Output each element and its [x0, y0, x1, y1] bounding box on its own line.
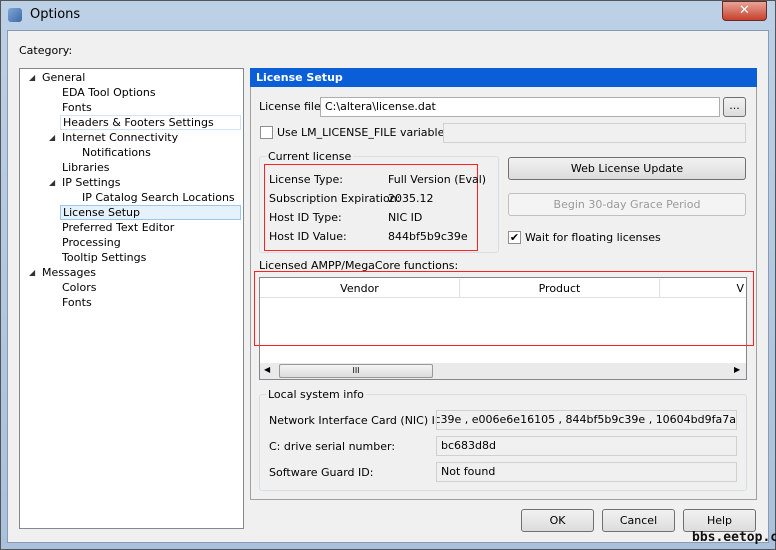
tree-item[interactable]: IP Catalog Search Locations: [80, 190, 237, 205]
license-row-value: NIC ID: [388, 211, 423, 224]
expand-icon[interactable]: ◢: [49, 178, 55, 187]
tree-item[interactable]: Notifications: [80, 145, 153, 160]
license-row-value: 2035.12: [388, 192, 434, 205]
expand-icon[interactable]: ◢: [29, 268, 35, 277]
local-info-text: Not found: [441, 465, 496, 478]
license-file-input[interactable]: C:\altera\license.dat: [320, 97, 720, 117]
browse-button[interactable]: ...: [723, 97, 746, 117]
help-button[interactable]: Help: [683, 509, 756, 532]
window-title: Options: [30, 7, 81, 22]
license-row-label: Host ID Value:: [269, 230, 347, 243]
local-info-text: bc683d8d: [441, 439, 496, 452]
tree-item[interactable]: Internet Connectivity: [60, 130, 180, 145]
expand-icon[interactable]: ◢: [29, 73, 35, 82]
panel-header: License Setup: [250, 68, 757, 87]
app-icon: [8, 8, 22, 22]
wait-floating-checkbox[interactable]: ✔: [508, 231, 521, 244]
current-license-title: Current license: [266, 150, 354, 163]
local-info-text: 4bf5b9c39e , e006e6e16105 , 844bf5b9c39e…: [437, 413, 736, 426]
tree-item[interactable]: Colors: [60, 280, 98, 295]
lm-license-input[interactable]: [443, 123, 746, 143]
category-tree[interactable]: ◢ General EDA Tool Options Fonts Headers & F…: [19, 68, 244, 529]
scroll-thumb[interactable]: III: [279, 364, 433, 378]
tree-item[interactable]: Fonts: [60, 100, 94, 115]
local-info-value[interactable]: Not found: [436, 462, 737, 482]
tree-item[interactable]: Fonts: [60, 295, 94, 310]
local-info-label: Software Guard ID:: [269, 466, 374, 479]
tree-item[interactable]: IP Settings: [60, 175, 123, 190]
wait-floating-label: Wait for floating licenses: [525, 231, 661, 244]
license-row-value: Full Version (Eval): [388, 173, 487, 186]
local-system-info-title: Local system info: [266, 388, 366, 401]
tree-item[interactable]: License Setup: [60, 205, 241, 220]
license-row-value: 844bf5b9c39e: [388, 230, 468, 243]
close-button[interactable]: ✕: [722, 1, 767, 21]
web-license-update-button[interactable]: Web License Update: [508, 157, 746, 180]
tree-item[interactable]: Messages: [40, 265, 98, 280]
scroll-left-icon[interactable]: ◀: [264, 365, 270, 374]
cancel-button[interactable]: Cancel: [602, 509, 675, 532]
ok-button[interactable]: OK: [521, 509, 594, 532]
category-label: Category:: [19, 44, 73, 57]
license-row-label: Subscription Expiration:: [269, 192, 401, 205]
local-info-label: Network Interface Card (NIC) ID:: [269, 414, 448, 427]
expand-icon[interactable]: ◢: [49, 133, 55, 142]
use-lm-license-checkbox[interactable]: [260, 126, 273, 139]
use-lm-license-label: Use LM_LICENSE_FILE variable:: [277, 126, 449, 139]
grace-period-button: Begin 30-day Grace Period: [508, 193, 746, 216]
highlight-box: [254, 271, 754, 346]
local-info-label: C: drive serial number:: [269, 440, 396, 453]
scroll-right-icon[interactable]: ▶: [734, 365, 740, 374]
local-info-value[interactable]: bc683d8d: [436, 436, 737, 456]
tree-item[interactable]: Libraries: [60, 160, 112, 175]
tree-item[interactable]: Processing: [60, 235, 123, 250]
tree-item[interactable]: Tooltip Settings: [60, 250, 148, 265]
tree-item[interactable]: EDA Tool Options: [60, 85, 158, 100]
horizontal-scrollbar[interactable]: ◀ III ▶: [260, 363, 746, 379]
title-bar: Options ✕: [0, 0, 776, 30]
license-row-label: Host ID Type:: [269, 211, 342, 224]
tree-item[interactable]: Headers & Footers Settings: [60, 115, 241, 130]
watermark: bbs.eetop.cn: [692, 530, 776, 545]
license-file-label: License file:: [259, 100, 325, 113]
local-info-value[interactable]: 4bf5b9c39e , e006e6e16105 , 844bf5b9c39e…: [436, 410, 737, 430]
tree-item[interactable]: General: [40, 70, 87, 85]
license-row-label: License Type:: [269, 173, 343, 186]
tree-item[interactable]: Preferred Text Editor: [60, 220, 176, 235]
